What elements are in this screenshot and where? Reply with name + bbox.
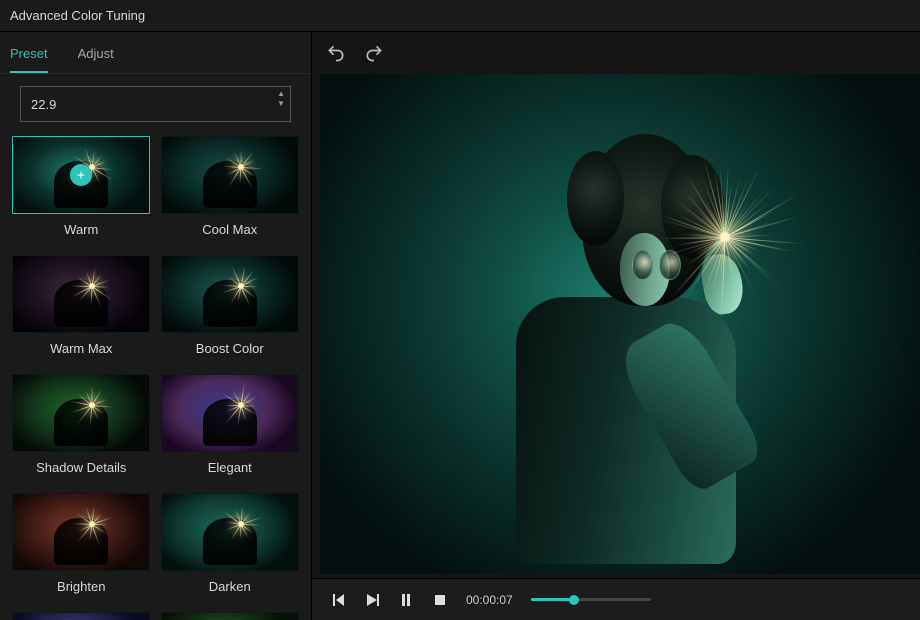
- pause-button[interactable]: [398, 592, 414, 608]
- playback-controls: 00:00:07: [312, 578, 920, 620]
- preview-pane: 00:00:07: [312, 32, 920, 620]
- preset-thumb: [161, 136, 299, 214]
- playback-time: 00:00:07: [466, 593, 513, 607]
- preset-thumb: [12, 255, 150, 333]
- preset-label: Shadow Details: [36, 460, 126, 475]
- preset-thumb: [161, 374, 299, 452]
- preset-item[interactable]: [161, 612, 300, 620]
- preview-toolbar: [312, 32, 920, 74]
- preset-label: Brighten: [57, 579, 105, 594]
- sidebar-tabs: Preset Adjust: [0, 32, 311, 74]
- window-title: Advanced Color Tuning: [10, 8, 145, 23]
- preset-label: Darken: [209, 579, 251, 594]
- preset-item[interactable]: Elegant: [161, 374, 300, 475]
- window-titlebar: Advanced Color Tuning: [0, 0, 920, 32]
- preset-grid: Warm Cool Max Warm Max Boost Color Shado…: [0, 122, 311, 620]
- preset-item[interactable]: Cool Max: [161, 136, 300, 237]
- spinner-down-icon[interactable]: ▼: [277, 100, 285, 108]
- redo-icon[interactable]: [364, 43, 384, 63]
- tab-adjust[interactable]: Adjust: [78, 40, 114, 73]
- tab-preset[interactable]: Preset: [10, 40, 48, 73]
- preset-thumb: [161, 493, 299, 571]
- preset-label: Warm Max: [50, 341, 112, 356]
- preset-item[interactable]: [12, 612, 151, 620]
- preset-thumb: [12, 374, 150, 452]
- preset-thumb: [12, 612, 150, 620]
- preset-item[interactable]: Warm: [12, 136, 151, 237]
- preset-label: Elegant: [208, 460, 252, 475]
- progress-slider[interactable]: [531, 598, 651, 601]
- value-input[interactable]: [20, 86, 291, 122]
- preset-thumb: [161, 612, 299, 620]
- preset-item[interactable]: Shadow Details: [12, 374, 151, 475]
- preset-label: Boost Color: [196, 341, 264, 356]
- preset-thumb: [12, 136, 150, 214]
- undo-icon[interactable]: [326, 43, 346, 63]
- sidebar: Preset Adjust ▲ ▼ Warm Cool Max: [0, 32, 312, 620]
- preset-item[interactable]: Darken: [161, 493, 300, 594]
- step-back-button[interactable]: [330, 592, 346, 608]
- play-button[interactable]: [364, 592, 380, 608]
- stop-button[interactable]: [432, 592, 448, 608]
- preset-item[interactable]: Warm Max: [12, 255, 151, 356]
- preview-image: [320, 74, 920, 574]
- preset-item[interactable]: Boost Color: [161, 255, 300, 356]
- plus-icon: [70, 164, 92, 186]
- preset-thumb: [12, 493, 150, 571]
- preset-thumb: [161, 255, 299, 333]
- preset-label: Cool Max: [202, 222, 257, 237]
- preset-item[interactable]: Brighten: [12, 493, 151, 594]
- preset-label: Warm: [64, 222, 98, 237]
- spinner-up-icon[interactable]: ▲: [277, 90, 285, 98]
